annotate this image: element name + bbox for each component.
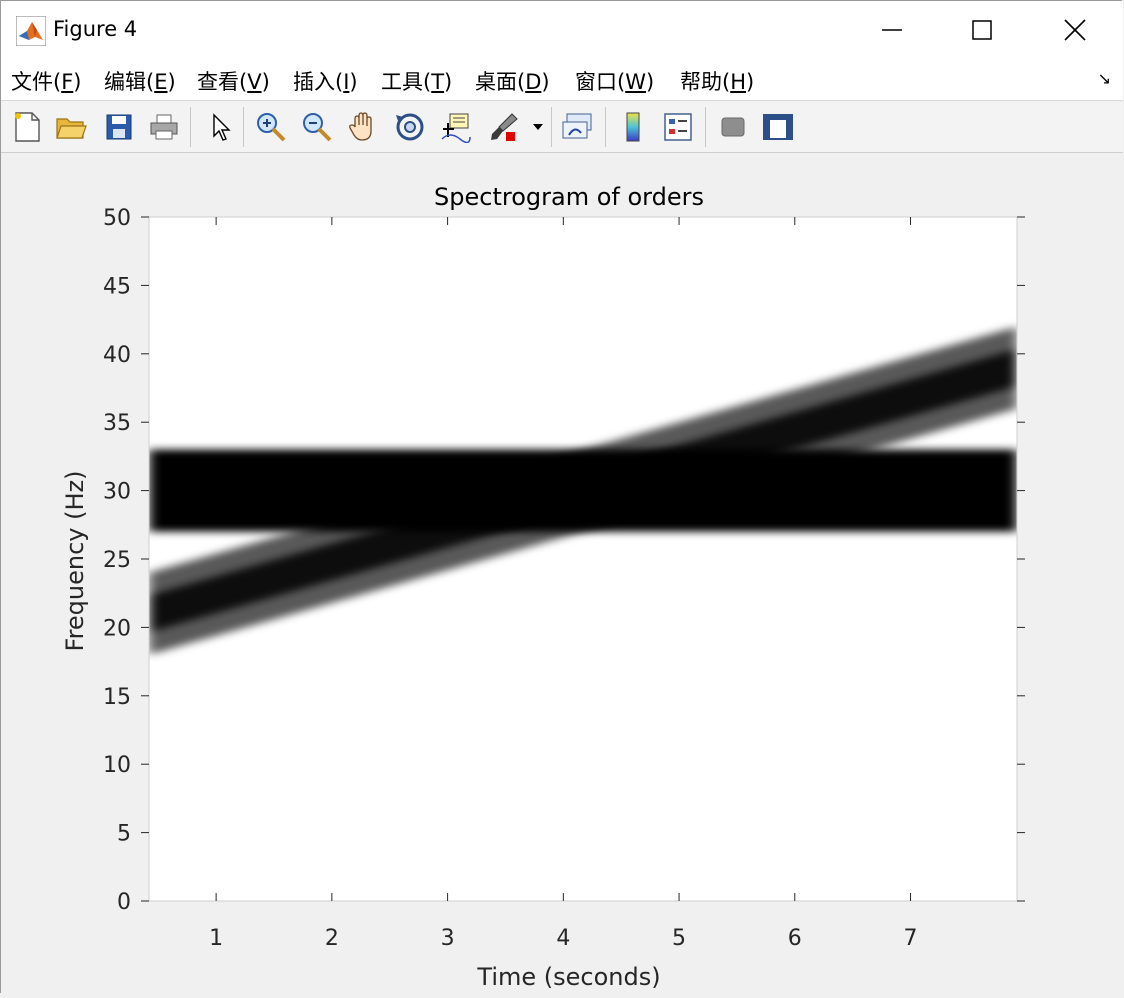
zoom-in-icon	[257, 113, 286, 142]
toolbar-separator	[705, 107, 706, 147]
menu-insert[interactable]: 插入(I)	[293, 66, 358, 96]
legend-icon	[664, 113, 692, 141]
x-axis-label: Time (seconds)	[476, 963, 660, 991]
maximize-button[interactable]	[936, 1, 1028, 59]
hide-plot-tools-icon	[721, 117, 745, 137]
rotate-3d-button[interactable]	[392, 109, 428, 145]
open-file-button[interactable]	[53, 109, 89, 145]
data-cursor-button[interactable]	[438, 109, 474, 145]
y-tick-label: 15	[103, 685, 131, 710]
print-icon	[150, 114, 178, 140]
new-figure-icon	[15, 112, 40, 142]
zoom-out-icon	[303, 113, 332, 142]
toolbar-separator	[605, 107, 606, 147]
menu-desktop[interactable]: 桌面(D)	[475, 66, 550, 96]
spectrogram-plot[interactable]: 1 2 3 4 5 6 705101520253035404550 Spectrogram …	[1, 153, 1123, 994]
y-tick-label: 5	[117, 822, 131, 847]
y-tick-label: 10	[103, 753, 131, 778]
pan-icon	[349, 112, 372, 141]
y-tick-label: 30	[103, 480, 131, 505]
show-plot-tools-icon	[763, 114, 793, 140]
order-crossing	[515, 468, 651, 513]
print-button[interactable]	[146, 109, 182, 145]
y-tick-label: 50	[103, 206, 131, 231]
save-icon	[106, 114, 132, 140]
toolbar-separator	[243, 107, 244, 147]
dock-figure-icon[interactable]: ↘	[1098, 69, 1111, 88]
x-tick-label: 5	[672, 926, 686, 951]
maximize-icon	[972, 20, 992, 40]
save-button[interactable]	[101, 109, 137, 145]
show-plot-tools-button[interactable]	[760, 109, 796, 145]
brush-dropdown-icon	[533, 124, 543, 130]
edit-plot-button[interactable]	[202, 109, 238, 145]
zoom-out-button[interactable]	[299, 109, 335, 145]
x-tick-label: 6	[788, 926, 802, 951]
title-bar[interactable]: Figure 4	[1, 1, 1123, 59]
legend-button[interactable]	[660, 109, 696, 145]
link-plot-icon	[562, 113, 592, 139]
x-tick-label: 1	[209, 926, 223, 951]
figure-window: Figure 4 文件(F) 编辑(E) 查看(V) 插入(I) 工具(T) 桌…	[0, 0, 1123, 994]
pointer-icon	[213, 113, 231, 141]
menu-help[interactable]: 帮助(H)	[680, 66, 754, 96]
menu-tools[interactable]: 工具(T)	[381, 66, 452, 96]
y-tick-label: 40	[103, 343, 131, 368]
figure-toolbar	[1, 101, 1123, 153]
brush-dropdown-button[interactable]	[529, 109, 547, 145]
window-title: Figure 4	[53, 17, 138, 41]
minimize-icon	[882, 29, 902, 31]
toolbar-separator	[551, 107, 552, 147]
new-figure-button[interactable]	[9, 109, 45, 145]
x-tick-label: 3	[441, 926, 455, 951]
zoom-in-button[interactable]	[253, 109, 289, 145]
close-icon	[1064, 19, 1086, 41]
matlab-logo-icon	[16, 16, 46, 46]
menu-window[interactable]: 窗口(W)	[575, 66, 654, 96]
y-tick-label: 45	[103, 274, 131, 299]
y-axis-label: Frequency (Hz)	[61, 471, 89, 652]
rotate-3d-icon	[396, 113, 424, 141]
hide-plot-tools-button[interactable]	[715, 109, 751, 145]
pan-button[interactable]	[345, 109, 381, 145]
y-tick-label: 20	[103, 616, 131, 641]
menu-bar: 文件(F) 编辑(E) 查看(V) 插入(I) 工具(T) 桌面(D) 窗口(W…	[1, 59, 1123, 101]
colorbar-icon	[626, 112, 640, 142]
menu-view[interactable]: 查看(V)	[197, 66, 270, 96]
minimize-button[interactable]	[846, 1, 938, 59]
colorbar-button[interactable]	[615, 109, 651, 145]
y-tick-label: 0	[117, 890, 131, 915]
link-plot-button[interactable]	[560, 109, 596, 145]
y-tick-label: 25	[103, 548, 131, 573]
x-tick-label: 7	[904, 926, 918, 951]
x-tick-label: 2	[325, 926, 339, 951]
menu-edit[interactable]: 编辑(E)	[104, 66, 176, 96]
x-tick-label: 4	[556, 926, 570, 951]
menu-file[interactable]: 文件(F)	[11, 66, 82, 96]
figure-canvas[interactable]: 1 2 3 4 5 6 7 0 5 10 15 20 25 30 35 40 45 50 Spectrogram …	[1, 153, 1123, 994]
close-button[interactable]	[1029, 1, 1121, 59]
brush-icon	[491, 113, 518, 141]
data-cursor-icon	[441, 113, 471, 143]
open-file-icon	[56, 118, 87, 139]
y-tick-label: 35	[103, 411, 131, 436]
chart-title: Spectrogram of orders	[434, 183, 704, 211]
toolbar-separator	[190, 107, 191, 147]
brush-button[interactable]	[486, 109, 522, 145]
